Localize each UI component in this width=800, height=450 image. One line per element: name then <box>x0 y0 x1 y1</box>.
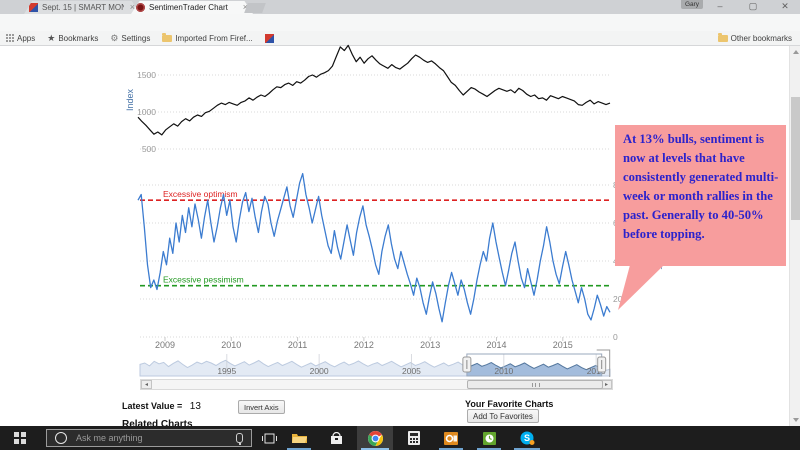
calculator-icon <box>408 431 420 445</box>
outlook-button[interactable] <box>435 426 467 450</box>
svg-text:2005: 2005 <box>402 366 421 376</box>
annotation-bubble: At 13% bulls, sentiment is now at levels… <box>615 125 786 266</box>
file-explorer-button[interactable] <box>283 426 315 450</box>
svg-text:2014: 2014 <box>486 340 506 350</box>
page-scrollbar-thumb[interactable] <box>791 97 800 220</box>
clock-app-button[interactable] <box>473 426 505 450</box>
page-scrollbar[interactable] <box>789 46 800 426</box>
svg-text:1995: 1995 <box>217 366 236 376</box>
svg-text:2009: 2009 <box>155 340 175 350</box>
svg-text:2010: 2010 <box>494 366 513 376</box>
scroll-down-icon[interactable] <box>793 418 799 422</box>
scrollbar-thumb[interactable] <box>467 380 603 389</box>
svg-text:2015: 2015 <box>553 340 573 350</box>
chrome-icon <box>368 431 383 446</box>
chrome-button[interactable] <box>357 426 393 450</box>
clock-app-icon <box>483 432 496 445</box>
task-view-icon <box>262 433 277 444</box>
file-explorer-icon <box>292 432 307 444</box>
cortana-icon <box>55 432 67 444</box>
svg-text:2010: 2010 <box>221 340 241 350</box>
microphone-icon[interactable] <box>236 433 243 443</box>
store-button[interactable] <box>320 426 352 450</box>
scroll-left-button[interactable]: ◂ <box>141 380 152 389</box>
chart-horizontal-scrollbar[interactable]: ◂ ▸ <box>140 379 613 390</box>
svg-text:0: 0 <box>613 332 618 342</box>
svg-text:Excessive pessimism: Excessive pessimism <box>163 275 244 285</box>
start-button[interactable] <box>0 426 40 450</box>
windows-logo-icon <box>14 432 26 444</box>
svg-text:2011: 2011 <box>288 340 307 350</box>
skype-icon: S <box>520 431 535 445</box>
cortana-search-box[interactable]: Ask me anything <box>46 429 252 447</box>
svg-text:1000: 1000 <box>137 107 156 117</box>
outlook-icon <box>444 432 458 445</box>
svg-text:1500: 1500 <box>137 70 156 80</box>
task-view-button[interactable] <box>258 426 280 450</box>
svg-text:2013: 2013 <box>420 340 440 350</box>
skype-button[interactable]: S <box>510 426 544 450</box>
svg-text:S: S <box>523 433 529 443</box>
svg-text:Index: Index <box>125 88 135 111</box>
svg-text:Excessive optimism: Excessive optimism <box>163 189 238 199</box>
svg-text:2012: 2012 <box>354 340 374 350</box>
search-placeholder: Ask me anything <box>76 433 236 443</box>
annotation-text: At 13% bulls, sentiment is now at levels… <box>623 132 778 241</box>
svg-text:2000: 2000 <box>310 366 329 376</box>
svg-text:500: 500 <box>142 144 156 154</box>
scroll-up-icon[interactable] <box>793 50 799 54</box>
store-icon <box>330 432 343 445</box>
calculator-button[interactable] <box>398 426 430 450</box>
